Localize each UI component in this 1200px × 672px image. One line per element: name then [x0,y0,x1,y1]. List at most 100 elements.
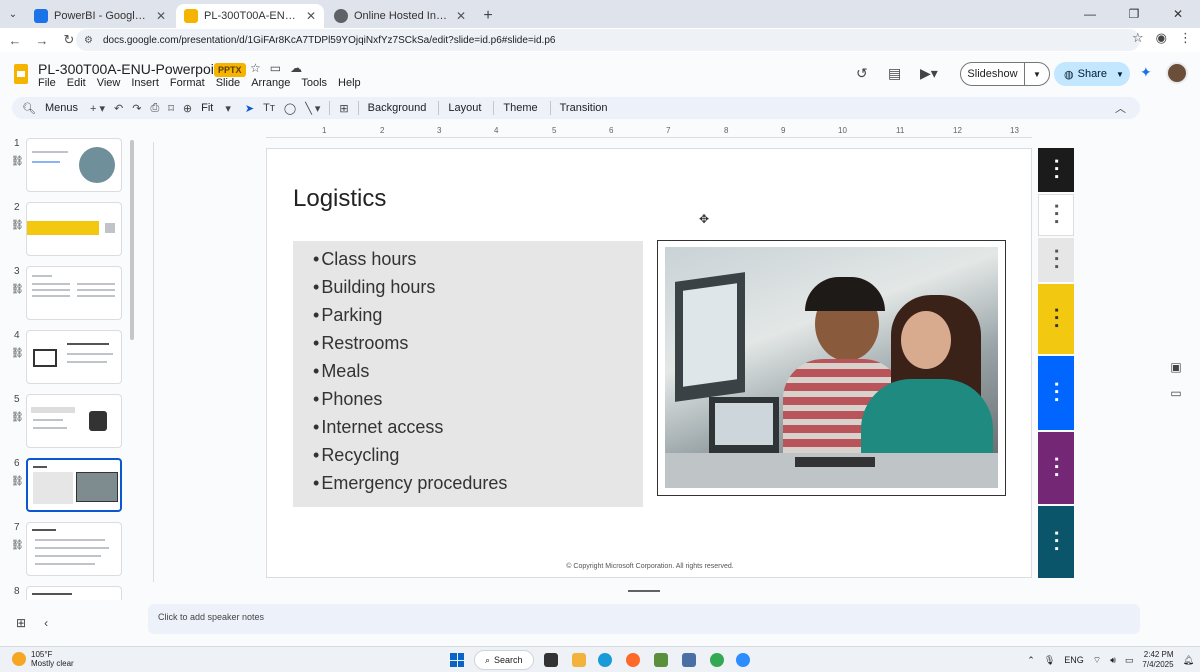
minimize-icon[interactable]: — [1068,0,1112,28]
bookmark-star-icon[interactable]: ☆ [1132,30,1144,46]
new-tab-button[interactable]: + [476,4,500,28]
task-view-icon[interactable] [544,653,558,667]
browser-tab-instructions[interactable]: Online Hosted Instructions | PL ✕ [326,4,474,28]
weather-widget[interactable]: 105°F Mostly clear [12,650,74,668]
forward-arrow-icon[interactable]: → [30,33,54,48]
app-icon[interactable] [654,653,668,667]
swatch-power-automate-blue[interactable]: ■ ■ ■ [1038,356,1074,430]
restore-icon[interactable]: ❐ [1112,0,1156,28]
microphone-icon[interactable]: 🎙︎ [1044,655,1055,666]
slide-thumbnail-5[interactable]: 5 ⛓ [8,394,128,452]
gemini-sparkle-icon[interactable]: ✦ [1140,64,1152,81]
slideshow-button[interactable]: Slideshow ▼ [960,62,1050,86]
swatch-light-gray[interactable]: ■ ■ ■ [1038,238,1074,282]
folder-icon[interactable]: ▭ [1164,386,1188,400]
back-arrow-icon[interactable]: ← [3,33,27,48]
meet-camera-icon[interactable]: ▶▾ [920,65,938,82]
site-info-icon[interactable]: ⚙ [84,35,93,46]
text-box-icon[interactable]: Tт [263,102,275,114]
star-icon[interactable]: ☆ [250,61,261,75]
collapse-toolbar-icon[interactable]: ︿ [1115,100,1126,116]
paint-format-icon[interactable]: ⌑ [168,102,174,115]
zoom-app-icon[interactable] [736,653,750,667]
slide-thumbnail-2[interactable]: 2 ⛓ [8,202,128,260]
menu-slide[interactable]: Slide [216,77,240,89]
chrome-icon[interactable] [710,653,724,667]
transition-button[interactable]: Transition [560,102,608,114]
google-slides-logo-icon[interactable] [14,64,28,84]
taskbar-search[interactable]: ⌕ Search [474,650,534,670]
menu-file[interactable]: File [38,77,56,89]
browser-tab-drive[interactable]: PowerBI - Google Drive ✕ [26,4,174,28]
redo-icon[interactable]: ↷ [132,102,141,115]
zoom-select[interactable]: Fit [201,102,213,114]
photo-frame[interactable] [657,240,1006,496]
file-explorer-icon[interactable] [572,653,586,667]
menu-tools[interactable]: Tools [301,77,327,89]
profile-icon[interactable]: ◉ [1156,30,1167,46]
menu-help[interactable]: Help [338,77,361,89]
swatch-power-bi-yellow[interactable]: ■ ■ ■ [1038,284,1074,354]
browser-menu-icon[interactable]: ⋮ [1179,30,1192,46]
swatch-white[interactable]: ■ ■ ■ [1038,194,1074,236]
browser-tab-slides[interactable]: PL-300T00A-ENU-Powerpoint00 ✕ [176,4,324,28]
slide-thumbnail-8[interactable]: 8 [8,586,128,600]
edge-icon[interactable] [598,653,612,667]
search-icon[interactable]: 🔍︎ [22,102,36,115]
swatch-power-virtual-agents-teal[interactable]: ■ ■ ■ [1038,506,1074,578]
slide-thumbnail-6[interactable]: 6 ⛓ [8,458,128,516]
share-button[interactable]: ◍ Share ▼ [1054,62,1130,86]
close-tab-icon[interactable]: ✕ [456,9,466,23]
add-comment-icon[interactable]: ⊞ [339,102,348,115]
battery-icon[interactable]: ▭ [1125,655,1134,666]
firefox-icon[interactable] [626,653,640,667]
image-panel-icon[interactable]: ▣ [1164,360,1188,374]
select-cursor-icon[interactable]: ➤ [245,102,254,115]
slide-thumbnail-7[interactable]: 7 ⛓ [8,522,128,580]
slide-thumbnail-3[interactable]: 3 ⛓ [8,266,128,324]
shape-icon[interactable]: ◯ [284,102,296,115]
volume-icon[interactable]: 🔊︎ [1110,655,1116,666]
close-window-icon[interactable]: ✕ [1156,0,1200,28]
grid-view-icon[interactable]: ⊞ [16,616,26,630]
menu-view[interactable]: View [97,77,121,89]
print-icon[interactable]: ⎙ [150,102,159,115]
language-indicator[interactable]: ENG [1064,655,1084,665]
slide-canvas[interactable]: Logistics Class hours Building hours Par… [266,148,1032,578]
bullet-list-box[interactable]: Class hours Building hours Parking Restr… [293,241,643,507]
undo-icon[interactable]: ↶ [114,102,123,115]
filmstrip-scrollbar[interactable] [130,140,134,340]
theme-button[interactable]: Theme [503,102,537,114]
slide-title[interactable]: Logistics [293,185,386,213]
background-button[interactable]: Background [368,102,427,114]
close-tab-icon[interactable]: ✕ [156,9,166,23]
menu-edit[interactable]: Edit [67,77,86,89]
url-input[interactable]: ⚙ docs.google.com/presentation/d/1GiFAr8… [76,29,1140,51]
avatar[interactable] [1166,62,1188,84]
swatch-black[interactable]: ■ ■ ■ [1038,148,1074,192]
notes-resize-handle[interactable] [628,590,660,592]
menus-search[interactable]: Menus [45,102,78,114]
chevron-up-icon[interactable]: ⌃ [1027,655,1035,666]
tab-search-icon[interactable]: ⌄ [0,0,26,28]
new-slide-icon[interactable]: + ▾ [90,102,105,115]
line-icon[interactable]: ╲ ▾ [305,102,320,115]
chevron-down-icon[interactable]: ▼ [1025,70,1049,79]
chevron-down-icon[interactable]: ▼ [1110,70,1130,79]
cloud-status-icon[interactable]: ☁ [290,61,302,75]
menu-format[interactable]: Format [170,77,205,89]
swatch-power-apps-purple[interactable]: ■ ■ ■ [1038,432,1074,504]
collapse-filmstrip-icon[interactable]: ‹ [44,616,48,630]
version-history-icon[interactable]: ↺ [856,65,868,82]
move-folder-icon[interactable]: ▭ [270,61,281,75]
menu-insert[interactable]: Insert [131,77,159,89]
chevron-down-icon[interactable]: ▾ [225,102,231,115]
document-title[interactable]: PL-300T00A-ENU-Powerpoint00 [38,61,241,77]
app-icon[interactable] [682,653,696,667]
speaker-notes[interactable]: Click to add speaker notes [148,604,1140,634]
layout-button[interactable]: Layout [448,102,481,114]
network-icon[interactable]: ⌔ [1093,655,1101,666]
windows-start-icon[interactable] [450,653,464,667]
menu-arrange[interactable]: Arrange [251,77,290,89]
comments-icon[interactable]: ▤ [888,65,901,82]
